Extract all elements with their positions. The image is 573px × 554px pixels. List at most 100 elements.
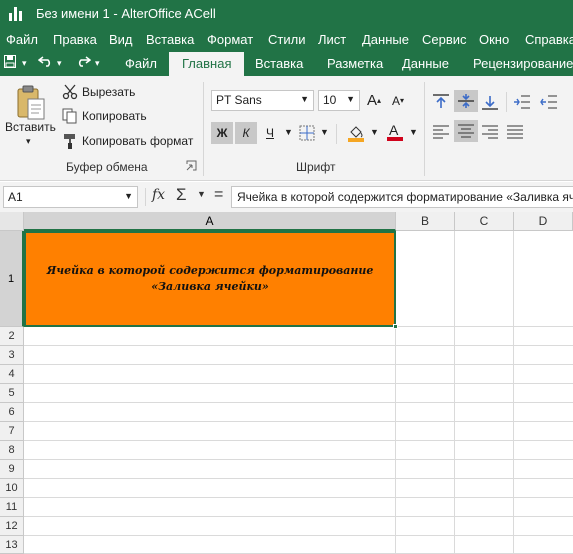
function-wizard-icon[interactable]: fx — [152, 187, 165, 203]
font-color-icon[interactable]: A — [386, 122, 404, 145]
ribbon: Вставить ▾ Вырезать Копировать Копироват… — [0, 76, 573, 181]
row-header-3[interactable]: 3 — [0, 346, 24, 365]
tab-data[interactable]: Данные — [402, 56, 449, 71]
align-middle-icon[interactable] — [454, 90, 478, 112]
font-group-label: Шрифт — [296, 160, 336, 174]
font-name-select[interactable]: PT Sans ▼ — [211, 90, 314, 111]
shrink-font-icon[interactable]: A ▾ — [389, 90, 407, 111]
row-header-5[interactable]: 5 — [0, 384, 24, 403]
paste-dropdown-icon[interactable]: ▾ — [26, 136, 31, 147]
cut-icon[interactable] — [62, 84, 78, 103]
fill-color-icon[interactable] — [347, 124, 365, 145]
menu-view[interactable]: Вид — [109, 32, 133, 47]
tab-insert[interactable]: Вставка — [255, 56, 303, 71]
align-right-icon[interactable] — [481, 124, 499, 143]
row-header-1[interactable]: 1 — [0, 231, 24, 327]
font-size-value: 10 — [323, 93, 337, 107]
name-box-value: A1 — [8, 190, 23, 204]
gridline — [24, 459, 573, 460]
name-box[interactable]: A1 ▼ — [3, 186, 138, 208]
gridline — [24, 345, 573, 346]
menu-sheet[interactable]: Лист — [318, 32, 346, 47]
row-header-8[interactable]: 8 — [0, 441, 24, 460]
undo-icon[interactable] — [37, 55, 54, 70]
menu-format[interactable]: Формат — [207, 32, 253, 47]
row-header-11[interactable]: 11 — [0, 498, 24, 517]
tab-home[interactable]: Главная — [169, 52, 245, 76]
row-header-4[interactable]: 4 — [0, 365, 24, 384]
menu-file[interactable]: Файл — [6, 32, 38, 47]
column-header-b[interactable]: B — [396, 212, 455, 231]
row-header-10[interactable]: 10 — [0, 479, 24, 498]
gridline — [454, 231, 455, 554]
gridline — [24, 364, 573, 365]
paste-icon[interactable] — [10, 82, 50, 122]
column-header-a[interactable]: A — [24, 212, 396, 231]
column-header-d[interactable]: D — [514, 212, 573, 231]
fill-handle[interactable] — [393, 324, 398, 329]
menu-tools[interactable]: Сервис — [422, 32, 467, 47]
menu-window[interactable]: Окно — [479, 32, 509, 47]
font-size-select[interactable]: 10 ▼ — [318, 90, 360, 111]
decrease-indent-icon[interactable] — [540, 94, 558, 113]
row-header-6[interactable]: 6 — [0, 403, 24, 422]
row-header-2[interactable]: 2 — [0, 327, 24, 346]
underline-dropdown-icon[interactable]: ▼ — [284, 127, 293, 137]
redo-dropdown-icon[interactable]: ▾ — [95, 58, 100, 69]
font-color-dropdown-icon[interactable]: ▼ — [409, 127, 418, 137]
menu-edit[interactable]: Правка — [53, 32, 97, 47]
align-bottom-icon[interactable] — [481, 94, 499, 113]
formula-equals-icon[interactable]: = — [214, 186, 223, 204]
svg-text:A: A — [389, 122, 399, 138]
copy-icon[interactable] — [62, 108, 78, 127]
gridline — [24, 535, 573, 536]
chevron-down-icon: ▼ — [124, 191, 133, 201]
tab-layout[interactable]: Разметка — [327, 56, 383, 71]
save-dropdown-icon[interactable]: ▾ — [22, 58, 27, 69]
menu-styles[interactable]: Стили — [268, 32, 305, 47]
underline-button[interactable]: Ч — [260, 122, 280, 144]
redo-icon[interactable] — [75, 55, 92, 70]
justify-icon[interactable] — [506, 124, 524, 143]
borders-dropdown-icon[interactable]: ▼ — [320, 127, 329, 137]
sum-dropdown-icon[interactable]: ▼ — [197, 189, 206, 199]
cut-button[interactable]: Вырезать — [82, 85, 135, 99]
align-left-icon[interactable] — [432, 124, 450, 143]
fill-color-dropdown-icon[interactable]: ▼ — [370, 127, 379, 137]
borders-icon[interactable] — [299, 125, 315, 144]
bold-button[interactable]: Ж — [211, 122, 233, 144]
row-header-7[interactable]: 7 — [0, 422, 24, 441]
tab-review[interactable]: Рецензирование — [473, 56, 573, 71]
select-all-corner[interactable] — [0, 212, 24, 231]
gridline — [24, 440, 573, 441]
menu-help[interactable]: Справка — [525, 32, 573, 47]
separator — [203, 82, 204, 176]
copy-format-button[interactable]: Копировать формат — [82, 134, 193, 148]
menu-data[interactable]: Данные — [362, 32, 409, 47]
row-header-13[interactable]: 13 — [0, 536, 24, 554]
paste-button[interactable]: Вставить — [5, 120, 56, 134]
format-painter-icon[interactable] — [62, 133, 78, 152]
formula-input[interactable]: Ячейка в которой содержится форматирован… — [231, 186, 573, 208]
row-header-12[interactable]: 12 — [0, 517, 24, 536]
align-center-icon[interactable] — [454, 120, 478, 142]
gridline — [24, 497, 573, 498]
chevron-down-icon: ▼ — [300, 94, 309, 104]
italic-button[interactable]: К — [235, 122, 257, 144]
increase-indent-icon[interactable] — [513, 94, 531, 113]
save-icon[interactable] — [4, 55, 16, 71]
gridline — [24, 402, 573, 403]
clipboard-dialog-launcher-icon[interactable] — [186, 160, 197, 174]
column-header-c[interactable]: C — [455, 212, 514, 231]
row-header-9[interactable]: 9 — [0, 460, 24, 479]
grow-font-icon[interactable]: A ▴ — [365, 90, 383, 111]
title-bar: Без имени 1 - AlterOffice ACell — [0, 0, 573, 28]
spreadsheet-grid[interactable]: A B C D 1 2 3 4 5 6 7 8 9 10 11 12 13 Яч… — [0, 212, 573, 554]
undo-dropdown-icon[interactable]: ▾ — [57, 58, 62, 69]
copy-button[interactable]: Копировать — [82, 109, 147, 123]
cell-a1[interactable]: Ячейка в которой содержится форматирован… — [24, 231, 396, 327]
tab-file[interactable]: Файл — [125, 56, 157, 71]
menu-insert[interactable]: Вставка — [146, 32, 194, 47]
align-top-icon[interactable] — [432, 94, 450, 113]
sum-icon[interactable]: Σ — [176, 185, 187, 205]
